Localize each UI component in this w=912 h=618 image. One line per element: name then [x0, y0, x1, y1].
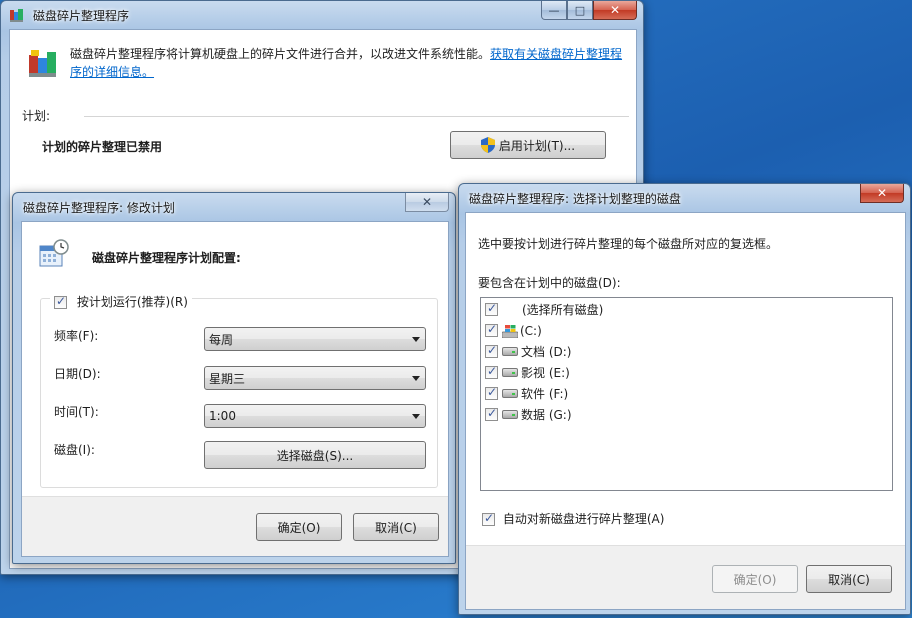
- disk-label-c: (C:): [520, 323, 542, 338]
- disk-checkbox-d[interactable]: [485, 343, 498, 358]
- main-window-title: 磁盘碎片整理程序: [33, 8, 130, 23]
- modify-dialog-close-button[interactable]: ✕: [405, 193, 449, 212]
- modify-dialog-footer: 确定(O) 取消(C): [22, 496, 448, 556]
- calendar-clock-icon: [39, 239, 69, 267]
- modify-schedule-dialog: 磁盘碎片整理程序: 修改计划 ✕ 磁盘碎片整理程序计划配置: 按计划运行(推荐)…: [12, 192, 456, 564]
- disk-list[interactable]: (选择所有磁盘) (C:) 文档 (D:) 影视 (E:): [480, 297, 893, 491]
- frequency-dropdown[interactable]: 每周: [204, 327, 426, 351]
- run-on-schedule-checkbox-row[interactable]: 按计划运行(推荐)(R): [50, 293, 192, 310]
- disk-checkbox-c[interactable]: [485, 322, 498, 337]
- maximize-button[interactable]: □: [567, 1, 593, 20]
- time-label: 时间(T):: [54, 405, 99, 419]
- disk-list-item-f[interactable]: 软件 (F:): [481, 383, 892, 404]
- day-label: 日期(D):: [54, 367, 101, 381]
- time-value: 1:00: [209, 409, 236, 423]
- system-drive-icon: [502, 324, 518, 338]
- schedule-divider: [84, 116, 629, 117]
- disk-checkbox-f[interactable]: [485, 385, 498, 400]
- disk-list-item-e[interactable]: 影视 (E:): [481, 362, 892, 383]
- select-ok-button[interactable]: 确定(O): [712, 565, 798, 593]
- frequency-value: 每周: [209, 332, 234, 347]
- close-button[interactable]: ✕: [593, 1, 637, 20]
- modify-ok-button[interactable]: 确定(O): [256, 513, 342, 541]
- modify-dialog-titlebar[interactable]: 磁盘碎片整理程序: 修改计划: [13, 193, 455, 221]
- modify-dialog-client: 磁盘碎片整理程序计划配置: 按计划运行(推荐)(R) 频率(F): 每周 日期(…: [21, 221, 449, 557]
- enable-schedule-button[interactable]: 启用计划(T)...: [450, 131, 606, 159]
- modify-caption-buttons: ✕: [405, 193, 449, 212]
- day-value: 星期三: [209, 371, 246, 386]
- disk-label-all: (选择所有磁盘): [522, 303, 604, 317]
- select-instruction: 选中要按计划进行碎片整理的每个磁盘所对应的复选框。: [478, 237, 779, 251]
- main-caption-buttons: — □ ✕: [541, 1, 637, 20]
- defrag-app-icon: [10, 9, 23, 22]
- disk-list-item-d[interactable]: 文档 (D:): [481, 341, 892, 362]
- disk-label-d: 文档 (D:): [521, 345, 572, 359]
- chevron-down-icon: [412, 414, 420, 419]
- select-dialog-client: 选中要按计划进行碎片整理的每个磁盘所对应的复选框。 要包含在计划中的磁盘(D):…: [465, 212, 906, 610]
- disk-list-item-c[interactable]: (C:): [481, 320, 892, 341]
- select-dialog-title: 磁盘碎片整理程序: 选择计划整理的磁盘: [469, 191, 681, 206]
- disk-checkbox-e[interactable]: [485, 364, 498, 379]
- enable-schedule-label: 启用计划(T)...: [498, 138, 576, 153]
- uac-shield-icon: [480, 137, 495, 153]
- select-disks-dialog: 磁盘碎片整理程序: 选择计划整理的磁盘 ✕ 选中要按计划进行碎片整理的每个磁盘所…: [458, 183, 911, 615]
- disk-checkbox-g[interactable]: [485, 406, 498, 421]
- disk-list-label: 要包含在计划中的磁盘(D):: [478, 276, 621, 290]
- disk-list-item-all[interactable]: (选择所有磁盘): [481, 299, 892, 320]
- schedule-status: 计划的碎片整理已禁用: [42, 140, 163, 154]
- run-on-schedule-label: 按计划运行(推荐)(R): [76, 295, 188, 309]
- schedule-heading: 计划:: [22, 109, 51, 123]
- run-on-schedule-checkbox[interactable]: [54, 294, 67, 309]
- chevron-down-icon: [412, 376, 420, 381]
- modify-dialog-title: 磁盘碎片整理程序: 修改计划: [23, 200, 175, 215]
- modify-heading: 磁盘碎片整理程序计划配置:: [92, 251, 241, 265]
- auto-new-disks-checkbox[interactable]: [482, 511, 495, 526]
- auto-new-disks-row[interactable]: 自动对新磁盘进行碎片整理(A): [482, 510, 664, 527]
- day-dropdown[interactable]: 星期三: [204, 366, 426, 390]
- disk-list-item-g[interactable]: 数据 (G:): [481, 404, 892, 425]
- disk-label-e: 影视 (E:): [521, 366, 570, 380]
- disk-label-f: 软件 (F:): [521, 387, 569, 401]
- auto-new-disks-label: 自动对新磁盘进行碎片整理(A): [502, 512, 665, 526]
- drive-icon: [502, 410, 518, 419]
- minimize-button[interactable]: —: [541, 1, 567, 20]
- chevron-down-icon: [412, 337, 420, 342]
- description-text: 磁盘碎片整理程序将计算机硬盘上的碎片文件进行合并，以改进文件系统性能。获取有关磁…: [70, 45, 630, 81]
- select-disks-button[interactable]: 选择磁盘(S)...: [204, 441, 426, 469]
- drive-icon: [502, 347, 518, 356]
- description: 磁盘碎片整理程序将计算机硬盘上的碎片文件进行合并，以改进文件系统性能。: [70, 47, 491, 61]
- disks-label: 磁盘(I):: [54, 443, 95, 457]
- time-dropdown[interactable]: 1:00: [204, 404, 426, 428]
- drive-icon: [502, 368, 518, 377]
- defrag-header-icon: [29, 50, 56, 77]
- drive-icon: [502, 389, 518, 398]
- select-caption-buttons: ✕: [860, 184, 904, 203]
- frequency-label: 频率(F):: [54, 329, 99, 343]
- select-dialog-footer: 确定(O) 取消(C): [466, 545, 905, 609]
- modify-cancel-button[interactable]: 取消(C): [353, 513, 439, 541]
- select-dialog-close-button[interactable]: ✕: [860, 184, 904, 203]
- select-dialog-titlebar[interactable]: 磁盘碎片整理程序: 选择计划整理的磁盘: [459, 184, 910, 212]
- disk-label-g: 数据 (G:): [521, 408, 572, 422]
- select-cancel-button[interactable]: 取消(C): [806, 565, 892, 593]
- disk-checkbox-all[interactable]: [485, 301, 498, 316]
